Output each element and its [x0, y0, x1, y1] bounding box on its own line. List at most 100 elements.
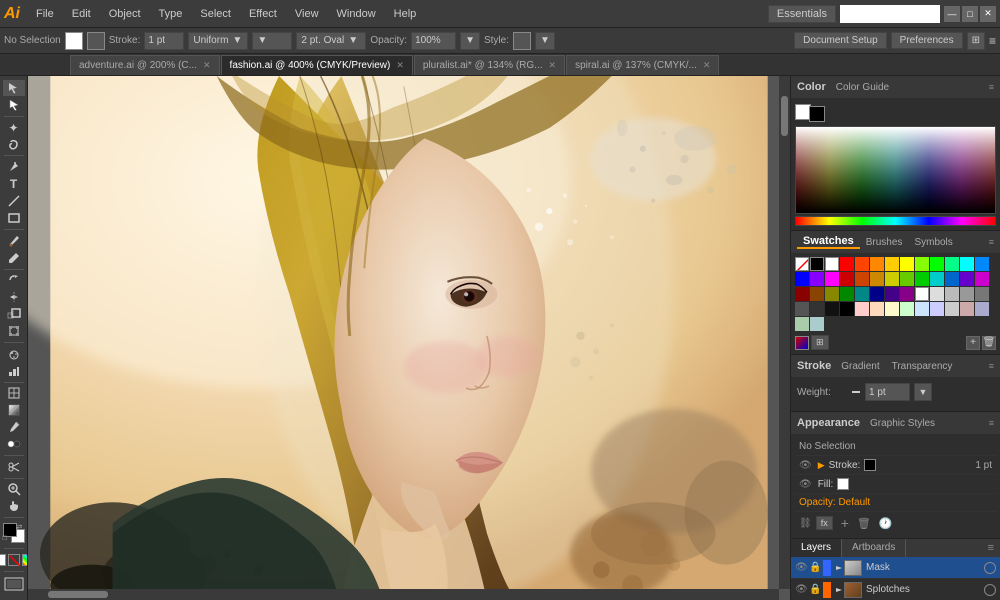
- rotate-tool[interactable]: [3, 272, 25, 288]
- swatch-black[interactable]: [840, 302, 854, 316]
- menu-window[interactable]: Window: [329, 6, 384, 22]
- swatch-dark-yellow[interactable]: [885, 272, 899, 286]
- stroke-row-appearance[interactable]: 👁 ▶ Stroke: 1 pt: [795, 456, 996, 475]
- brush-dropdown[interactable]: 2 pt. Oval▼: [296, 32, 366, 50]
- swatch-cream[interactable]: [885, 302, 899, 316]
- show-kind-button[interactable]: ⊞: [811, 335, 829, 350]
- swatch-orange[interactable]: [870, 257, 884, 271]
- search-input[interactable]: [840, 5, 940, 23]
- swatch-plum[interactable]: [900, 287, 914, 301]
- menu-type[interactable]: Type: [151, 6, 191, 22]
- graph-tool[interactable]: [3, 363, 25, 379]
- canvas-scrollbar-vertical[interactable]: [779, 76, 790, 589]
- swatch-white2[interactable]: [915, 287, 929, 301]
- swatches-panel-menu[interactable]: ≡: [989, 237, 994, 247]
- swatch-none[interactable]: [795, 257, 809, 271]
- swatch-dark-green[interactable]: [915, 272, 929, 286]
- swatch-warm-gray1[interactable]: [945, 302, 959, 316]
- menu-file[interactable]: File: [28, 6, 62, 22]
- lasso-tool[interactable]: [3, 137, 25, 153]
- swatch-gray1[interactable]: [930, 287, 944, 301]
- fill-row-appearance[interactable]: 👁 Fill:: [795, 475, 996, 494]
- screen-mode-icon[interactable]: [4, 577, 24, 594]
- swatch-dark-lime[interactable]: [900, 272, 914, 286]
- swatch-dark-orange[interactable]: [855, 272, 869, 286]
- swatch-blue[interactable]: [795, 272, 809, 286]
- swatch-gray5[interactable]: [795, 302, 809, 316]
- swatch-mint[interactable]: [900, 302, 914, 316]
- swatch-sky[interactable]: [915, 302, 929, 316]
- swatch-warm-gray4[interactable]: [795, 317, 809, 331]
- weight-input[interactable]: [865, 383, 910, 401]
- swatch-gray2[interactable]: [945, 287, 959, 301]
- tab-adventure[interactable]: adventure.ai @ 200% (C...✕: [70, 55, 220, 75]
- swatch-warm-gray2[interactable]: [960, 302, 974, 316]
- swatch-dark-gold[interactable]: [870, 272, 884, 286]
- fx-button[interactable]: fx: [816, 516, 833, 530]
- swatch-gray6[interactable]: [810, 302, 824, 316]
- color-gradient-picker[interactable]: [795, 126, 996, 214]
- zoom-tool[interactable]: [3, 481, 25, 497]
- opacity-input[interactable]: [411, 32, 456, 50]
- fill-appear-swatch[interactable]: [837, 478, 849, 490]
- swatch-yellow-orange[interactable]: [885, 257, 899, 271]
- arrange-icon[interactable]: ⊞: [967, 32, 985, 50]
- swatch-dark-cyan[interactable]: [930, 272, 944, 286]
- swatch-magenta[interactable]: [825, 272, 839, 286]
- stroke-expand-arrow[interactable]: ▶: [818, 460, 825, 471]
- layer-splotches-lock[interactable]: 🔒: [809, 584, 823, 595]
- gradient-tool[interactable]: [3, 402, 25, 418]
- canvas-scrollbar-horizontal[interactable]: [28, 589, 779, 600]
- stroke-appear-swatch[interactable]: [864, 459, 876, 471]
- style-swatch[interactable]: [513, 32, 531, 50]
- appearance-panel-menu[interactable]: ≡: [989, 418, 994, 428]
- minimize-button[interactable]: —: [944, 6, 960, 22]
- rectangle-tool[interactable]: [3, 210, 25, 226]
- mesh-tool[interactable]: [3, 385, 25, 401]
- swatch-registration[interactable]: [810, 257, 824, 271]
- panel-menu-icon[interactable]: ≡: [989, 34, 996, 48]
- layer-mask-expand[interactable]: [834, 563, 844, 573]
- brushes-tab[interactable]: Brushes: [860, 237, 909, 248]
- canvas-area[interactable]: [28, 76, 790, 600]
- swatch-warm-gray5[interactable]: [810, 317, 824, 331]
- symbol-sprayer-tool[interactable]: [3, 346, 25, 362]
- layer-row-splotches[interactable]: 👁 🔒 Splotches: [791, 579, 1000, 600]
- layer-row-mask[interactable]: 👁 🔒 Mask: [791, 557, 1000, 579]
- hand-tool[interactable]: [3, 498, 25, 514]
- swatch-type-icon[interactable]: [795, 336, 809, 350]
- reflect-tool[interactable]: [3, 289, 25, 305]
- menu-view[interactable]: View: [287, 6, 327, 22]
- swatch-brown[interactable]: [810, 287, 824, 301]
- delete-item-button[interactable]: 🗑: [857, 517, 871, 530]
- appearance-panel-header[interactable]: Appearance Graphic Styles ≡: [791, 412, 1000, 434]
- swatch-gray4[interactable]: [975, 287, 989, 301]
- tab-fashion[interactable]: fashion.ai @ 400% (CMYK/Preview)✕: [221, 55, 413, 75]
- swatch-green[interactable]: [930, 257, 944, 271]
- color-hue-slider[interactable]: [795, 216, 996, 226]
- swatch-black2[interactable]: [825, 302, 839, 316]
- swatch-maroon[interactable]: [795, 287, 809, 301]
- essentials-button[interactable]: Essentials: [768, 5, 836, 23]
- color-panel-header[interactable]: Color Color Guide ≡: [791, 76, 1000, 98]
- line-tool[interactable]: [3, 193, 25, 209]
- free-transform-tool[interactable]: [3, 323, 25, 339]
- new-item-button[interactable]: +: [841, 515, 849, 531]
- swatch-teal[interactable]: [855, 287, 869, 301]
- swatch-purple[interactable]: [885, 287, 899, 301]
- scale-tool[interactable]: [3, 306, 25, 322]
- swatch-dk-green[interactable]: [840, 287, 854, 301]
- swatch-gray3[interactable]: [960, 287, 974, 301]
- layer-splotches-expand[interactable]: [834, 585, 844, 595]
- close-button[interactable]: ✕: [980, 6, 996, 22]
- link-icon[interactable]: ⛓: [799, 518, 812, 529]
- gradient-tab[interactable]: Gradient: [835, 361, 885, 372]
- menu-edit[interactable]: Edit: [64, 6, 99, 22]
- transparency-tab[interactable]: Transparency: [886, 361, 959, 372]
- layers-tab[interactable]: Layers: [791, 539, 842, 557]
- swatch-dark-blue[interactable]: [945, 272, 959, 286]
- menu-help[interactable]: Help: [386, 6, 425, 22]
- scissors-tool[interactable]: [3, 459, 25, 475]
- swatch-navy[interactable]: [870, 287, 884, 301]
- opacity-dropdown[interactable]: ▼: [460, 32, 480, 50]
